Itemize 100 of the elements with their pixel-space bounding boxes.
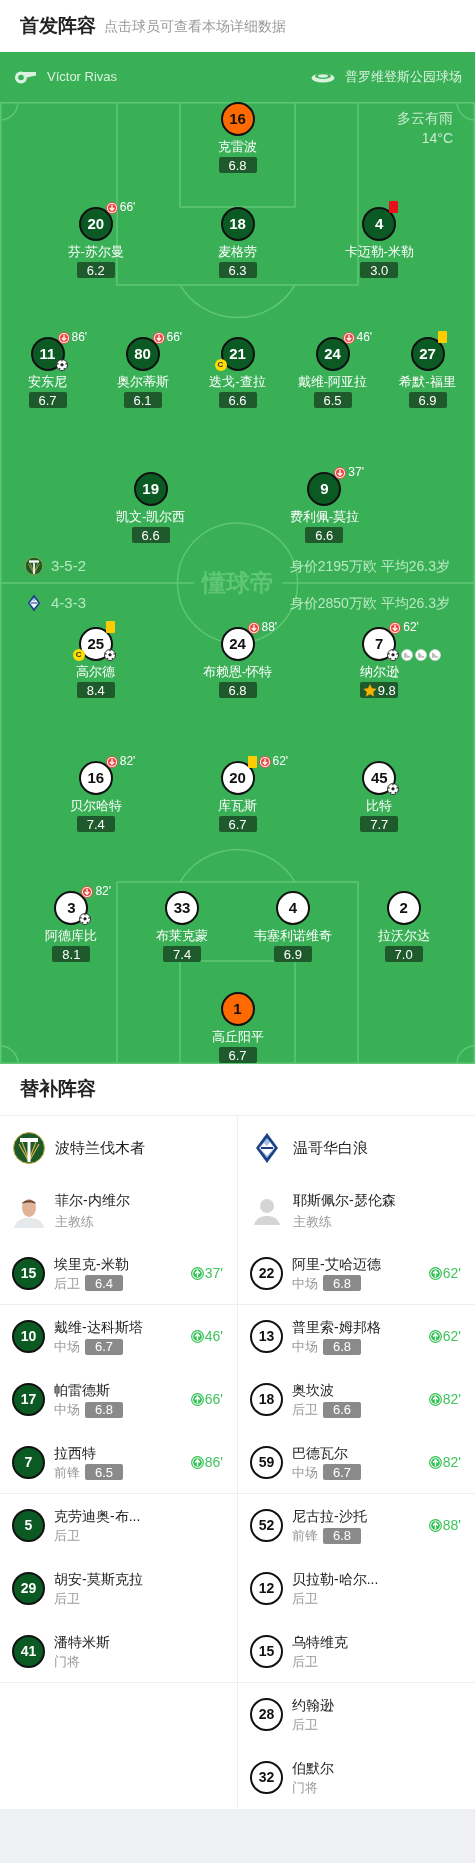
player-position: 后卫 — [54, 1590, 80, 1607]
substitution-minute: 37' — [348, 466, 364, 479]
jersey-number[interactable]: 4 — [362, 207, 397, 241]
dismissal-card-icon — [389, 201, 399, 213]
sub-in-icon — [190, 1266, 204, 1280]
player-rating: 7.4 — [76, 816, 115, 832]
team-logo — [25, 594, 43, 612]
jersey-number[interactable]: 24 — [315, 337, 350, 371]
jersey-number[interactable]: 9 — [307, 472, 342, 506]
player-name: 潘特米斯 — [54, 1632, 111, 1652]
football-icon — [387, 649, 400, 661]
substitution-minute: 82' — [442, 1452, 461, 1472]
jersey-number[interactable]: 32 — [250, 1761, 283, 1794]
sub-out-icon — [342, 331, 355, 344]
player-name: 韦塞利诺维奇 — [253, 928, 332, 944]
jersey-number[interactable]: 29 — [12, 1572, 45, 1605]
jersey-number[interactable]: 27 — [410, 337, 445, 371]
substitution-minute: 66' — [119, 201, 136, 214]
substitution-minute: 82' — [119, 755, 136, 768]
player-position: 后卫 — [292, 1652, 318, 1670]
player-position: 中场 — [292, 1338, 318, 1355]
jersey-number[interactable]: 20 — [78, 207, 113, 241]
jersey-number[interactable]: 11 — [30, 337, 65, 371]
coach-role: 主教练 — [55, 1213, 95, 1231]
player-name: 麦格劳 — [218, 244, 257, 260]
player-rating: 6.7 — [28, 392, 67, 408]
formation: 3-5-2 — [51, 555, 87, 576]
jersey-number[interactable]: 19 — [133, 472, 168, 506]
team-value-summary: 身价2850万欧 平均26.3岁 — [289, 593, 450, 613]
player-name: 克劳迪奥-布... — [54, 1507, 142, 1526]
jersey-number[interactable]: 33 — [165, 891, 200, 925]
jersey-number[interactable]: 45 — [362, 761, 397, 795]
temperature-text: 14°C — [421, 129, 453, 148]
substitution-minute: 86' — [204, 1452, 223, 1472]
jersey-number[interactable]: 5 — [12, 1509, 45, 1542]
sub-out-icon — [247, 621, 260, 634]
player-rating: 7.4 — [163, 946, 202, 962]
player-name: 贝尔哈特 — [69, 798, 122, 814]
player-rating: 3.0 — [360, 262, 399, 278]
jersey-number[interactable]: 59 — [250, 1445, 283, 1479]
sub-in-icon — [428, 1519, 442, 1532]
jersey-number[interactable]: 13 — [250, 1320, 283, 1353]
boot-icon — [415, 649, 428, 661]
jersey-number[interactable]: 20 — [220, 761, 255, 795]
player-rating: 6.7 — [218, 1047, 257, 1063]
captain-badge: C — [72, 649, 85, 661]
player-rating: 6.8 — [323, 1527, 361, 1544]
sub-in-icon — [428, 1266, 442, 1280]
player-name: 阿德库比 — [45, 928, 98, 944]
substitution-minute: 62' — [403, 621, 419, 634]
player-name: 布赖恩-怀特 — [202, 664, 273, 680]
player-rating: 6.9 — [408, 392, 447, 408]
substitution-minute: 88' — [261, 621, 278, 634]
player-name: 埃里克-米勒 — [54, 1254, 130, 1274]
jersey-number[interactable]: 22 — [250, 1256, 283, 1290]
jersey-number[interactable]: 15 — [250, 1634, 283, 1668]
jersey-number[interactable]: 1 — [220, 992, 255, 1026]
jersey-number[interactable]: 15 — [12, 1256, 45, 1290]
substitution-minute: 62' — [442, 1263, 461, 1283]
substitution-minute: 86' — [71, 331, 88, 344]
player-name: 拉沃尔达 — [377, 928, 430, 944]
player-rating: 6.6 — [218, 392, 257, 408]
jersey-number[interactable]: 16 — [220, 102, 255, 136]
team-value-summary: 身价2195万欧 平均26.3岁 — [289, 556, 450, 576]
player-rating: 6.8 — [323, 1338, 361, 1355]
player-position: 门将 — [292, 1779, 318, 1796]
jersey-number[interactable]: 24 — [220, 627, 255, 661]
jersey-number[interactable]: 12 — [250, 1572, 283, 1605]
jersey-number[interactable]: 7 — [12, 1445, 45, 1479]
player-rating: 6.1 — [123, 392, 162, 408]
jersey-number[interactable]: 28 — [250, 1698, 283, 1731]
player-name: 帕雷德斯 — [54, 1381, 111, 1400]
player-rating: 6.8 — [218, 157, 257, 173]
jersey-number[interactable]: 17 — [12, 1383, 45, 1416]
player-name: 奥尔蒂斯 — [116, 374, 169, 390]
jersey-number[interactable]: 16 — [78, 761, 113, 795]
boot-icon — [429, 649, 442, 661]
player-rating: 6.6 — [323, 1401, 361, 1418]
jersey-number[interactable]: 52 — [250, 1509, 283, 1542]
sub-out-icon — [57, 331, 70, 344]
team-name: 温哥华白浪 — [293, 1137, 368, 1158]
jersey-number[interactable]: 2 — [386, 891, 421, 925]
section-title: 替补阵容 — [20, 1077, 96, 1102]
team-logo — [25, 557, 43, 575]
player-rating: 6.8 — [323, 1275, 361, 1291]
sub-in-icon — [190, 1455, 204, 1469]
player-name: 迭戈-查拉 — [209, 374, 266, 390]
player-name: 巴德瓦尔 — [292, 1443, 349, 1463]
jersey-number[interactable]: 10 — [12, 1320, 45, 1353]
jersey-number[interactable]: 80 — [125, 337, 160, 371]
section-title: 首发阵容 — [20, 13, 96, 38]
jersey-number[interactable]: 18 — [250, 1383, 283, 1416]
player-name: 高丘阳平 — [211, 1029, 264, 1045]
player-name: 约翰逊 — [292, 1696, 335, 1715]
jersey-number[interactable]: 41 — [12, 1634, 45, 1668]
coach-name: 菲尔-内维尔 — [55, 1191, 130, 1210]
jersey-number[interactable]: 18 — [220, 207, 255, 241]
jersey-number[interactable]: 4 — [275, 891, 310, 925]
player-position: 前锋 — [292, 1527, 318, 1544]
player-rating: 7.0 — [384, 946, 423, 962]
